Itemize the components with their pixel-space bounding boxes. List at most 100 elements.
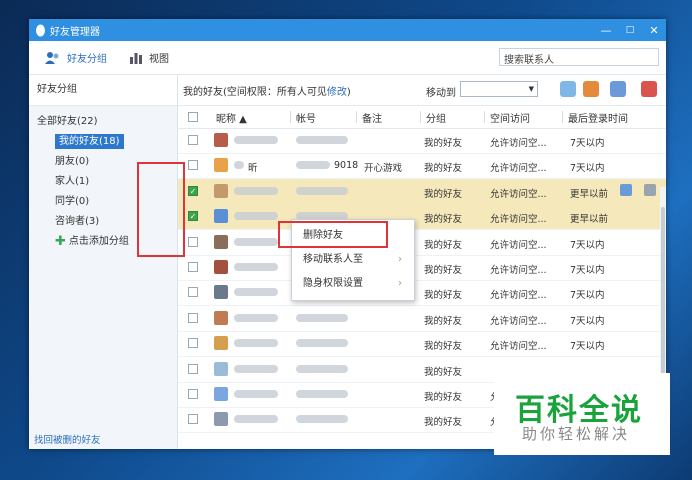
table-row[interactable]: 我的好友 允许访问空... 7天以内: [178, 255, 666, 281]
col-space[interactable]: 空间访问: [490, 110, 530, 125]
cell-last-login: 7天以内: [570, 239, 605, 251]
checkbox[interactable]: [188, 312, 198, 323]
add-group-label: 点击添加分组: [68, 236, 129, 247]
cell-group: 我的好友: [424, 163, 463, 175]
checkbox[interactable]: [188, 363, 198, 374]
col-nickname[interactable]: 昵称 ▲: [216, 110, 247, 125]
table-row[interactable]: 我的好友 允许访问空... 7天以内: [178, 306, 666, 332]
cell-group: 我的好友: [424, 392, 463, 403]
checkbox[interactable]: [188, 338, 198, 349]
contact-card-icon[interactable]: [620, 183, 632, 196]
blurred-nickname: [234, 339, 278, 348]
table-row[interactable]: 昕 9018 开心游戏 我的好友 允许访问空... 7天以内: [178, 153, 666, 180]
cell-space: 允许访问空...: [490, 138, 547, 149]
checkbox-checked[interactable]: ✓: [188, 211, 198, 222]
sidebar-item-label: 我的好友(18): [55, 134, 124, 149]
plus-icon: ✚: [55, 234, 66, 249]
table-row[interactable]: ✓ 我的好友 允许访问空... 更早以前: [178, 178, 666, 205]
permission-text: 我的好友(空间权限：所有人可见修改): [183, 83, 351, 98]
cell-last-login: 更早以前: [570, 188, 609, 200]
col-last-login[interactable]: 最后登录时间: [568, 110, 628, 125]
blurred-account: [296, 186, 348, 195]
checkbox[interactable]: [188, 414, 198, 425]
friend-groups-label: 好友分组: [67, 54, 107, 65]
title-bar: 好友管理器 — □ ✕: [29, 19, 666, 41]
table-row[interactable]: 我的好友 允许访问空... 7天以内: [178, 331, 666, 358]
delete-contact-icon[interactable]: [641, 81, 657, 97]
cell-last-login: 7天以内: [570, 138, 605, 149]
delete-highlight-box: [278, 221, 388, 248]
cell-group: 我的好友: [424, 214, 463, 226]
watermark-subtitle: 助你轻松解决: [522, 425, 631, 443]
permission-suffix: ): [346, 86, 351, 98]
avatar: [214, 158, 228, 173]
move-to-select[interactable]: ▼: [460, 81, 538, 97]
import-icon[interactable]: [560, 81, 576, 97]
checkbox[interactable]: [188, 236, 198, 247]
checkbox[interactable]: [188, 389, 198, 399]
table-header: 昵称 ▲ 帐号 备注 分组 空间访问 最后登录时间: [178, 106, 666, 129]
close-button[interactable]: ✕: [642, 19, 666, 41]
view-tab[interactable]: 视图: [129, 50, 169, 65]
table-row[interactable]: ✓ 我的好友 允许访问空... 更早以前: [178, 204, 666, 231]
column-divider: [356, 111, 357, 123]
trash-icon[interactable]: [644, 183, 656, 196]
cell-account: 9018: [334, 160, 359, 172]
table-row[interactable]: 我的好友 允许访问空... 7天以内: [178, 128, 666, 154]
cell-group: 我的好友: [424, 417, 463, 429]
col-remark[interactable]: 备注: [362, 110, 382, 125]
avatar: [214, 361, 228, 376]
checkbox[interactable]: [188, 287, 198, 298]
cell-space: 允许访问空...: [490, 315, 547, 327]
sidebar-item-my-friends[interactable]: 我的好友(18): [29, 132, 177, 152]
sidebar-header: 好友分组: [29, 75, 177, 106]
blurred-nickname: [234, 161, 244, 170]
menu-item-label: 移动联系人至: [303, 254, 363, 265]
blurred-nickname: [234, 390, 278, 398]
column-divider: [484, 111, 485, 123]
avatar: [214, 387, 228, 401]
cell-remark: 开心游戏: [364, 163, 403, 175]
menu-item-stealth-settings[interactable]: 隐身权限设置 ›: [292, 272, 414, 296]
avatar: [214, 412, 228, 427]
watermark: 百科全说 助你轻松解决: [494, 373, 670, 455]
cell-last-login: 7天以内: [570, 341, 605, 353]
chevron-right-icon: ›: [398, 254, 402, 265]
modify-permission-link[interactable]: 修改: [327, 87, 347, 98]
blurred-account: [296, 390, 348, 398]
contact-settings-icon[interactable]: [610, 81, 626, 97]
add-contact-icon[interactable]: [583, 81, 599, 97]
avatar: [214, 209, 228, 224]
column-divider: [290, 111, 291, 123]
blurred-nickname: [234, 288, 278, 297]
cell-space: 允许访问空...: [490, 239, 547, 251]
blurred-account: [296, 364, 348, 373]
blurred-nickname: [234, 415, 278, 424]
checkbox[interactable]: [188, 262, 198, 272]
col-group[interactable]: 分组: [426, 110, 446, 125]
column-divider: [420, 111, 421, 123]
friend-groups-tab[interactable]: 好友分组: [45, 50, 107, 65]
table-row[interactable]: 我的好友 允许访问空... 7天以内: [178, 280, 666, 307]
blurred-nickname: [234, 237, 278, 246]
cell-last-login: 7天以内: [570, 265, 605, 276]
minimize-button[interactable]: —: [594, 19, 618, 41]
checkbox[interactable]: [188, 160, 198, 171]
col-account[interactable]: 帐号: [296, 110, 316, 125]
avatar: [214, 260, 228, 274]
recover-deleted-link[interactable]: 找回被删的好友: [34, 432, 101, 446]
blurred-account: [296, 339, 348, 348]
blurred-account: [296, 313, 348, 322]
menu-item-move-contact[interactable]: 移动联系人至 ›: [292, 248, 414, 272]
avatar: [214, 336, 228, 351]
maximize-button[interactable]: □: [618, 19, 642, 41]
cell-group: 我的好友: [424, 315, 463, 327]
checkbox[interactable]: [188, 135, 198, 145]
table-row[interactable]: 我的好友 允许访问空... 7天以内: [178, 230, 666, 256]
checkbox-checked[interactable]: ✓: [188, 185, 198, 196]
select-all-checkbox[interactable]: [188, 112, 198, 122]
permission-prefix: 我的好友(空间权限：所有人可见: [183, 86, 327, 98]
sidebar-item-all[interactable]: 全部好友(22): [29, 112, 177, 132]
search-input[interactable]: 搜索联系人: [499, 48, 659, 66]
blurred-account: [296, 415, 348, 424]
